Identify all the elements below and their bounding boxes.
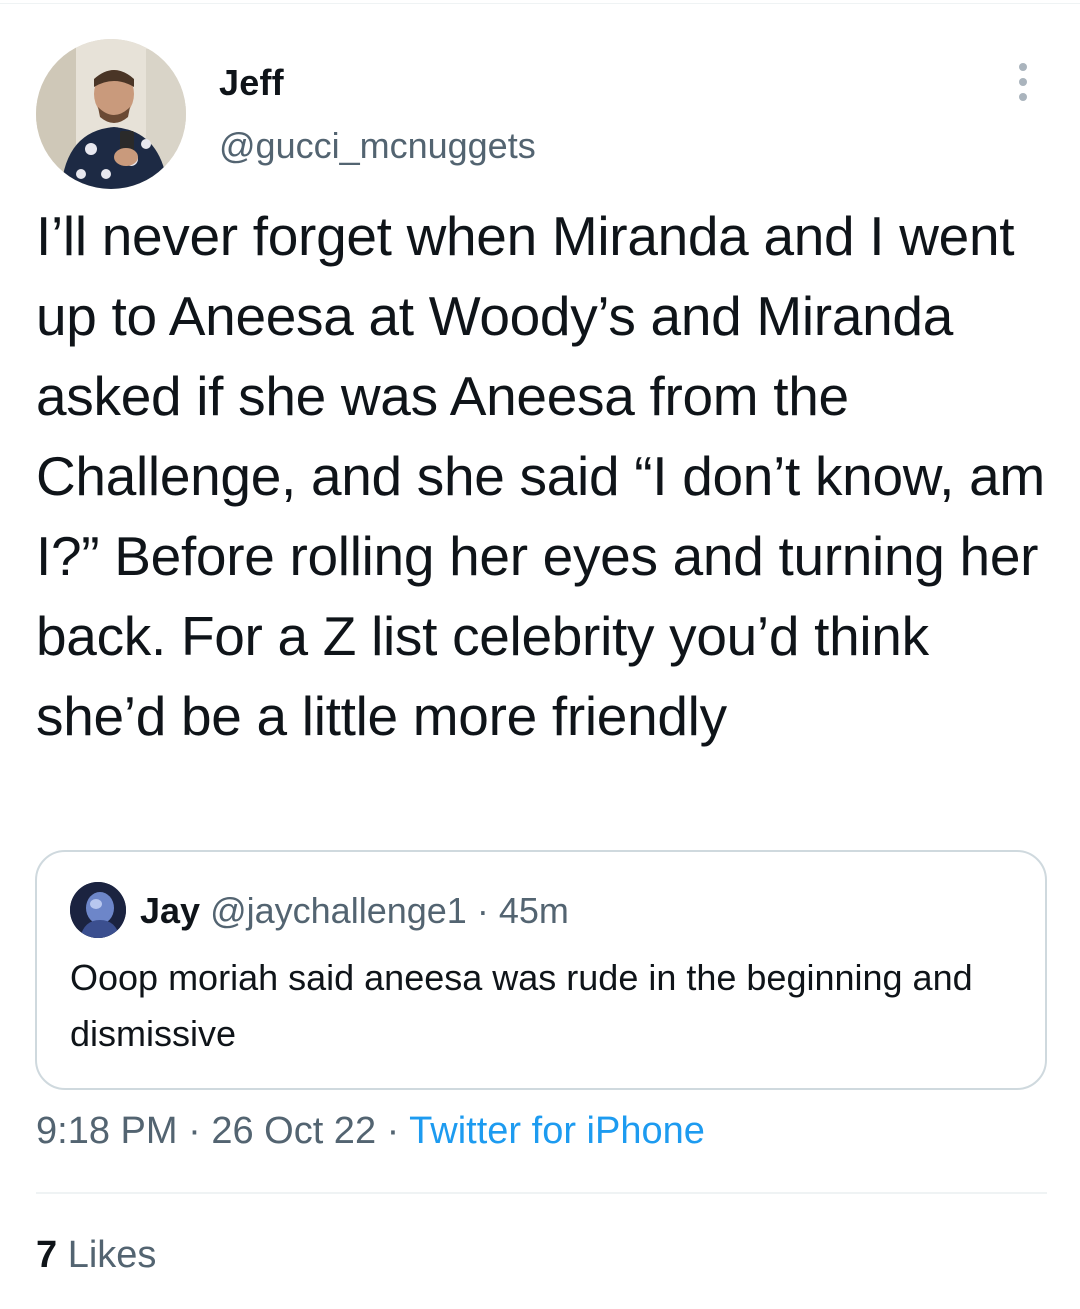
tweet-date: 26 Oct 22: [211, 1110, 377, 1152]
tweet-time: 9:18 PM: [36, 1110, 178, 1152]
quoted-avatar-photo: [70, 882, 126, 938]
more-dot: [1019, 93, 1027, 101]
quoted-time: 45m: [498, 890, 569, 931]
tweet-text: I’ll never forget when Miranda and I wen…: [36, 205, 1045, 747]
tweet-detail: Jeff @gucci_mcnuggets I’ll never forget …: [0, 0, 1080, 1309]
quoted-text: Ooop moriah said aneesa was rude in the …: [70, 957, 973, 1054]
likes-label: Likes: [67, 1234, 157, 1276]
likes-count[interactable]: 7 Likes: [36, 1234, 156, 1277]
quoted-handle: @jaychallenge1: [210, 890, 467, 931]
quoted-name[interactable]: Jay: [140, 890, 200, 931]
stats-divider: [36, 1192, 1047, 1194]
author-name[interactable]: Jeff: [219, 62, 284, 104]
author-handle[interactable]: @gucci_mcnuggets: [219, 125, 536, 167]
author-avatar-photo: [36, 39, 186, 189]
tweet-meta: 9:18 PM · 26 Oct 22 · Twitter for iPhone: [36, 1110, 705, 1153]
meta-separator: ·: [386, 1110, 400, 1152]
quoted-avatar[interactable]: [70, 882, 126, 938]
quoted-tweet[interactable]: Jay @jaychallenge1 · 45m Ooop moriah sai…: [35, 850, 1047, 1090]
more-dot: [1019, 63, 1027, 71]
more-options-icon[interactable]: [1005, 62, 1041, 102]
likes-number: 7: [36, 1234, 58, 1276]
quoted-header: Jay @jaychallenge1 · 45m: [140, 890, 569, 932]
more-dot: [1019, 78, 1027, 86]
meta-separator: ·: [188, 1110, 201, 1152]
author-avatar[interactable]: [36, 39, 186, 189]
top-divider: [0, 3, 1080, 4]
tweet-source-link[interactable]: Twitter for iPhone: [409, 1110, 705, 1152]
quoted-separator: ·: [476, 890, 489, 931]
